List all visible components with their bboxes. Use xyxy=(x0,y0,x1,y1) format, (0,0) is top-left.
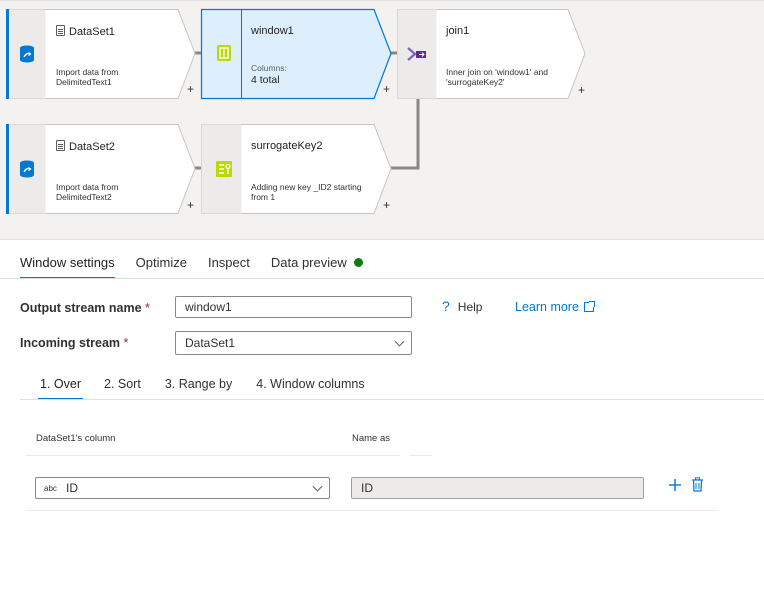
subtab-window-columns[interactable]: 4. Window columns xyxy=(256,377,364,400)
node-description: Import data from DelimitedText2 xyxy=(56,182,119,202)
tab-data-preview[interactable]: Data preview xyxy=(271,255,363,279)
incoming-stream-select[interactable]: DataSet1 xyxy=(175,331,412,355)
subtab-range-by[interactable]: 3. Range by xyxy=(165,377,232,400)
incoming-stream-label: Incoming stream * xyxy=(20,336,129,350)
header-divider xyxy=(410,455,432,456)
window-subtabs: 1. Over 2. Sort 3. Range by 4. Window co… xyxy=(38,377,389,400)
status-dot-icon xyxy=(353,258,363,267)
add-row-button[interactable] xyxy=(668,478,682,492)
column-header-dataset-column: DataSet1's column xyxy=(36,433,116,444)
node-title: join1 xyxy=(446,25,470,37)
node-window1[interactable]: window1 Columns: 4 total + xyxy=(200,8,393,100)
node-title: surrogateKey2 xyxy=(251,140,323,152)
chevron-down-icon xyxy=(312,481,323,492)
dataset-doc-icon xyxy=(56,140,65,151)
header-divider xyxy=(26,455,400,456)
add-transformation-button[interactable]: + xyxy=(578,84,585,96)
string-type-icon: abc xyxy=(44,484,57,493)
node-description: Inner join on 'window1' and 'surrogateKe… xyxy=(446,67,549,87)
delete-row-button[interactable] xyxy=(691,477,704,492)
surrogate-key-icon xyxy=(213,158,235,180)
node-title: DataSet2 xyxy=(69,141,115,153)
over-column-select[interactable]: abc ID xyxy=(35,477,330,499)
tab-window-settings[interactable]: Window settings xyxy=(20,255,115,279)
tab-inspect[interactable]: Inspect xyxy=(208,255,250,279)
node-title: window1 xyxy=(251,25,294,37)
output-stream-label: Output stream name * xyxy=(20,301,150,315)
settings-tabs: Window settings Optimize Inspect Data pr… xyxy=(20,255,384,279)
name-as-input[interactable]: ID xyxy=(351,477,644,499)
output-stream-input[interactable]: window1 xyxy=(175,296,412,318)
node-join1[interactable]: join1 Inner join on 'window1' and 'surro… xyxy=(397,9,589,99)
add-transformation-button[interactable]: + xyxy=(383,83,390,95)
columns-count: 4 total xyxy=(251,74,280,86)
row-divider xyxy=(26,510,718,511)
add-transformation-button[interactable]: + xyxy=(187,199,194,211)
node-description: Adding new key _ID2 starting from 1 xyxy=(251,182,362,202)
columns-label: Columns: xyxy=(251,63,287,73)
join-icon xyxy=(406,43,428,65)
node-surrogatekey2[interactable]: surrogateKey2 Adding new key _ID2 starti… xyxy=(201,124,393,214)
trash-icon xyxy=(692,477,703,492)
external-link-icon xyxy=(583,301,595,312)
learn-more-link[interactable]: Learn more xyxy=(515,300,595,314)
chevron-down-icon xyxy=(394,336,405,347)
node-description: Import data from DelimitedText1 xyxy=(56,67,119,87)
help-label: Help xyxy=(457,300,483,314)
tab-optimize[interactable]: Optimize xyxy=(136,255,187,279)
source-database-icon xyxy=(16,158,38,180)
tab-data-preview-label: Data preview xyxy=(270,255,347,270)
subtab-over[interactable]: 1. Over xyxy=(38,377,83,400)
required-mark: * xyxy=(123,336,129,350)
incoming-stream-value: DataSet1 xyxy=(185,336,236,350)
help-link[interactable]: ? Help xyxy=(442,298,482,314)
node-dataset2[interactable]: DataSet2 Import data from DelimitedText2… xyxy=(6,124,196,214)
tabs-divider xyxy=(0,278,764,279)
subtabs-divider xyxy=(20,399,764,400)
over-column-value: ID xyxy=(66,481,78,495)
node-dataset1[interactable]: DataSet1 Import data from DelimitedText1… xyxy=(6,9,196,99)
node-title: DataSet1 xyxy=(69,26,115,38)
add-transformation-button[interactable]: + xyxy=(187,83,194,95)
window-transform-icon xyxy=(213,42,235,64)
dataflow-canvas[interactable]: DataSet1 Import data from DelimitedText1… xyxy=(0,0,764,240)
add-transformation-button[interactable]: + xyxy=(383,199,390,211)
dataset-doc-icon xyxy=(56,25,65,36)
subtab-sort[interactable]: 2. Sort xyxy=(104,377,141,400)
plus-icon xyxy=(669,479,681,491)
question-mark-icon: ? xyxy=(442,298,450,314)
required-mark: * xyxy=(145,301,150,315)
source-database-icon xyxy=(16,43,38,65)
column-header-name-as: Name as xyxy=(352,433,391,444)
